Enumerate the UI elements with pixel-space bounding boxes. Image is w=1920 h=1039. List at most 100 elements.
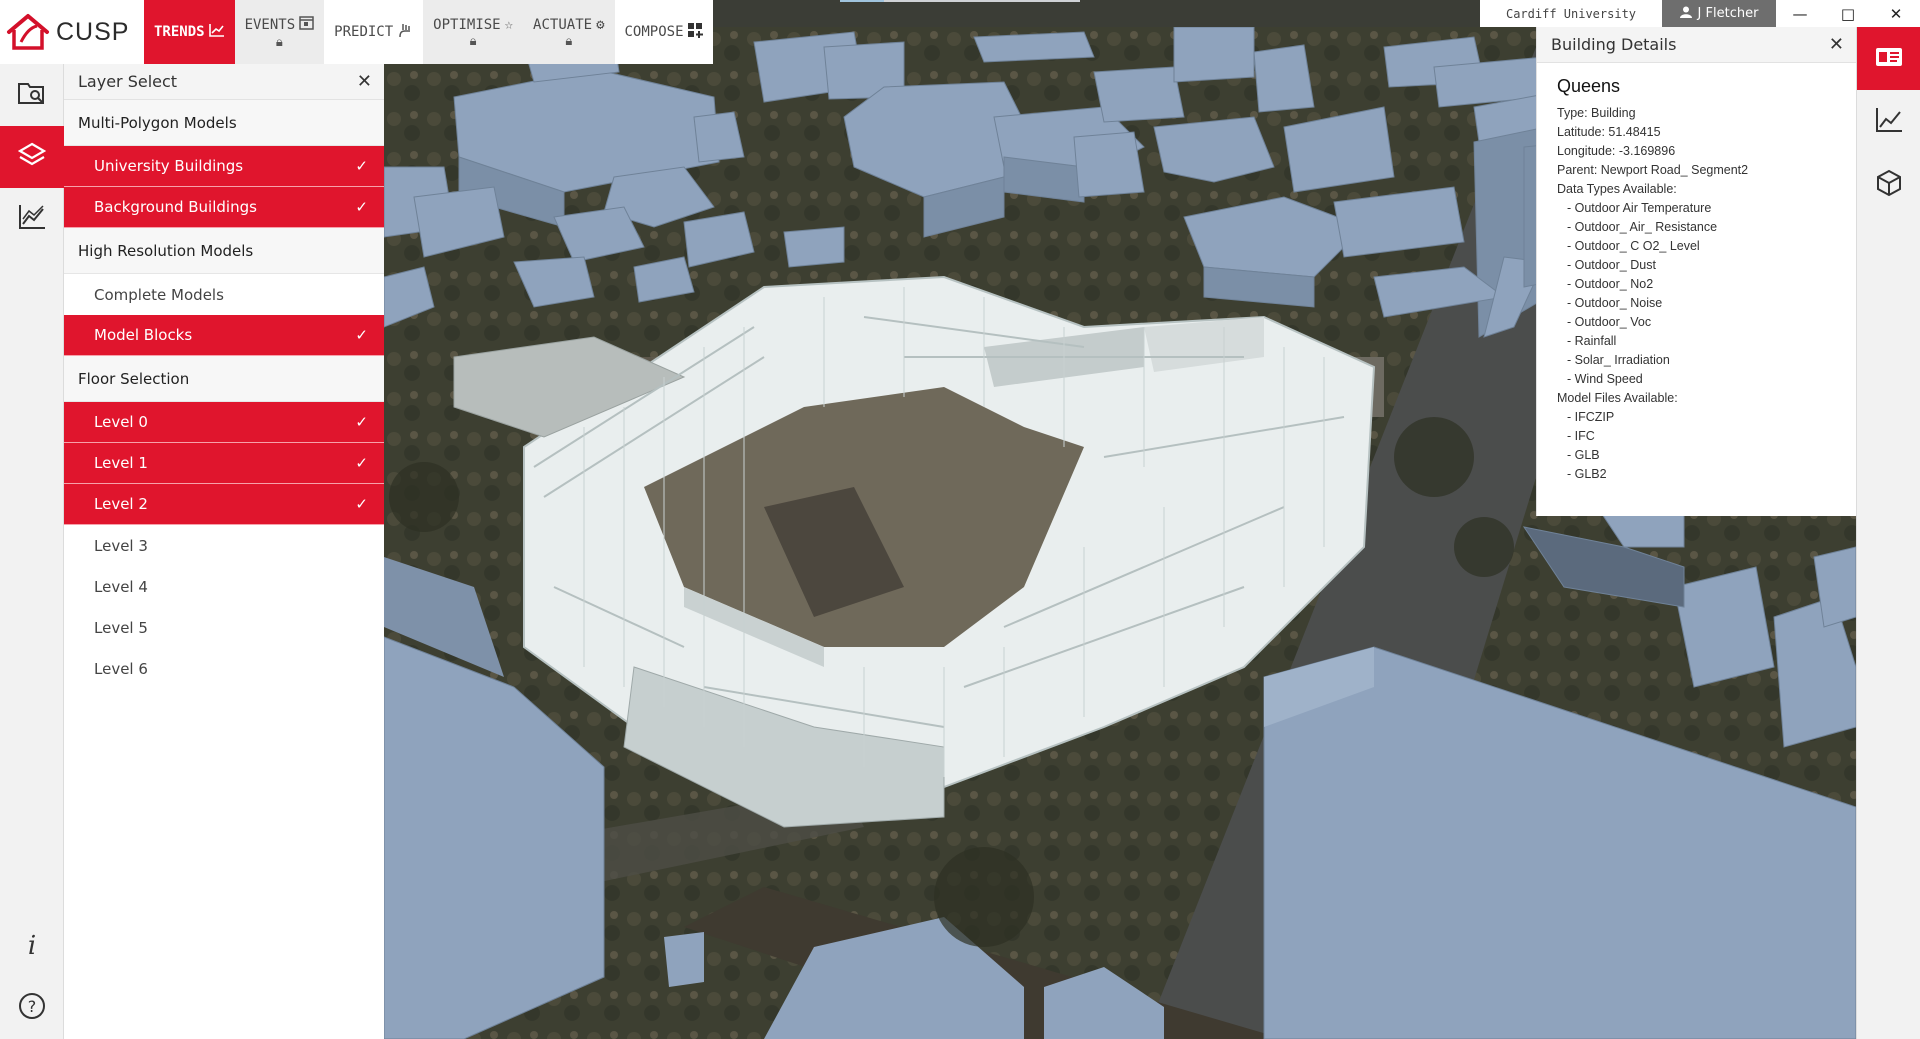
close-window-button[interactable]: ✕	[1872, 0, 1920, 27]
data-type-item: - Wind Speed	[1567, 372, 1643, 386]
layer-item[interactable]: Complete Models	[64, 274, 384, 315]
close-icon[interactable]: ✕	[1829, 34, 1844, 55]
maximize-button[interactable]: □	[1824, 0, 1872, 27]
tab-predict-label: PREDICT	[334, 24, 394, 40]
model-button[interactable]	[1857, 153, 1920, 216]
layer-item-label: Level 1	[94, 454, 148, 472]
details-header: Building Details ✕	[1537, 27, 1856, 63]
tab-optimise-label: OPTIMISE	[433, 16, 501, 33]
layer-item-label: University Buildings	[94, 157, 244, 175]
data-type-item: - Solar_ Irradiation	[1567, 353, 1670, 367]
help-icon: ?	[18, 992, 46, 1024]
data-types-title: Data Types Available:	[1557, 182, 1677, 196]
layer-item[interactable]: Level 4	[64, 566, 384, 607]
tab-optimise[interactable]: OPTIMISE ☆ 🔒︎	[423, 0, 524, 64]
minimize-button[interactable]: —	[1776, 0, 1824, 27]
info-button[interactable]: i	[0, 915, 64, 977]
tab-actuate-label: ACTUATE	[533, 16, 593, 33]
model-files-list: - IFCZIP - IFC - GLB - GLB2	[1557, 408, 1836, 484]
tab-compose[interactable]: COMPOSE	[614, 0, 713, 64]
layer-item-label: Complete Models	[94, 285, 224, 304]
building-parent: Parent: Newport Road_ Segment2	[1557, 163, 1749, 177]
tab-trends[interactable]: TRENDS	[144, 0, 235, 64]
tab-actuate[interactable]: ACTUATE ⚙ 🔒︎	[523, 0, 615, 64]
charts-panel-button[interactable]	[1857, 90, 1920, 153]
chart-line-icon	[208, 23, 225, 41]
charts-button[interactable]	[0, 188, 64, 250]
layer-item-label: Background Buildings	[94, 198, 257, 216]
layer-item-label: Model Blocks	[94, 326, 193, 344]
close-icon[interactable]: ✕	[357, 71, 372, 92]
lock-icon: 🔒︎	[565, 33, 573, 49]
svg-text:?: ?	[28, 997, 37, 1016]
layers-icon	[17, 141, 47, 173]
right-toolbar	[1856, 27, 1920, 1039]
user-menu[interactable]: J Fletcher	[1662, 0, 1776, 27]
section-title: Floor Selection	[64, 356, 384, 402]
tab-events-label: EVENTS	[244, 16, 296, 33]
calendar-icon	[299, 15, 314, 34]
check-icon: ✓	[355, 157, 368, 175]
app-logo: CUSP	[0, 0, 144, 64]
app-name: CUSP	[56, 17, 130, 46]
stars-icon: ☆	[504, 16, 514, 33]
chart-icon	[1875, 107, 1903, 137]
data-types-list: - Outdoor Air Temperature - Outdoor_ Air_…	[1557, 199, 1836, 389]
user-name: J Fletcher	[1697, 6, 1759, 21]
loading-progress	[840, 0, 1080, 2]
layer-item-label: Level 5	[94, 618, 148, 637]
model-file-item: - GLB	[1567, 448, 1600, 462]
map-search-button[interactable]	[0, 64, 64, 126]
info-icon: i	[27, 931, 37, 961]
help-button[interactable]: ?	[0, 977, 64, 1039]
left-toolbar: i ?	[0, 64, 64, 1039]
grid-plus-icon	[687, 22, 703, 42]
layer-select-panel: Layer Select ✕ Multi-Polygon Models Unive…	[64, 64, 384, 1039]
layer-item[interactable]: Level 5	[64, 607, 384, 648]
tab-events[interactable]: EVENTS 🔒︎	[234, 0, 325, 64]
layer-sections: Multi-Polygon Models University Buildings…	[64, 100, 384, 689]
layer-item[interactable]: Level 3	[64, 525, 384, 566]
building-name: Queens	[1557, 76, 1621, 96]
check-icon: ✓	[355, 454, 368, 472]
layer-item[interactable]: Level 6	[64, 648, 384, 689]
building-longitude: Longitude: -3.169896	[1557, 144, 1676, 158]
check-icon: ✓	[355, 495, 368, 513]
check-icon: ✓	[355, 413, 368, 431]
layer-item[interactable]: Model Blocks ✓	[64, 315, 384, 356]
window-controls: — □ ✕	[1776, 0, 1920, 27]
section-title: High Resolution Models	[64, 228, 384, 274]
layer-panel-header: Layer Select ✕	[64, 64, 384, 100]
section-title: Multi-Polygon Models	[64, 100, 384, 146]
layer-item[interactable]: Level 2 ✓	[64, 484, 384, 525]
map-search-icon	[17, 80, 47, 110]
building-details-button[interactable]	[1857, 27, 1920, 90]
model-files-title: Model Files Available:	[1557, 391, 1678, 405]
building-details-panel: Building Details ✕ Queens Type: Building…	[1536, 27, 1856, 516]
user-icon	[1679, 6, 1692, 22]
layer-item[interactable]: Level 0 ✓	[64, 402, 384, 443]
layers-button[interactable]	[0, 126, 64, 188]
model-file-item: - IFC	[1567, 429, 1595, 443]
tab-predict[interactable]: PREDICT	[324, 0, 424, 64]
building-latitude: Latitude: 51.48415	[1557, 125, 1661, 139]
layer-item[interactable]: Background Buildings ✓	[64, 187, 384, 228]
chart-icon	[18, 204, 46, 234]
layer-item-label: Level 2	[94, 495, 148, 513]
check-icon: ✓	[355, 326, 368, 344]
layer-item[interactable]: University Buildings ✓	[64, 146, 384, 187]
details-body: Queens Type: Building Latitude: 51.48415…	[1537, 63, 1856, 496]
layer-item-label: Level 6	[94, 659, 148, 678]
tab-trends-label: TRENDS	[154, 24, 205, 40]
data-type-item: - Outdoor_ Noise	[1567, 296, 1663, 310]
data-type-item: - Rainfall	[1567, 334, 1617, 348]
lock-icon: 🔒︎	[275, 35, 283, 50]
mode-tabs: TRENDS EVENTS 🔒︎ PREDICT OPTIMISE ☆ 🔒︎ A…	[144, 0, 713, 64]
building-type: Type: Building	[1557, 106, 1636, 120]
layer-item[interactable]: Level 1 ✓	[64, 443, 384, 484]
organisation-label: Cardiff University	[1480, 0, 1662, 27]
lock-icon: 🔒︎	[469, 33, 477, 49]
gear-icon: ⚙	[596, 16, 605, 33]
building-card-icon	[1875, 47, 1903, 71]
details-title: Building Details	[1551, 35, 1677, 54]
